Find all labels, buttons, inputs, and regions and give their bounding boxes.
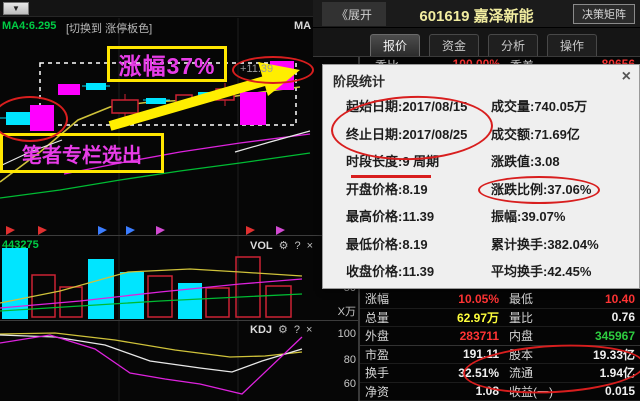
gain-callout: 涨幅37% xyxy=(107,46,227,82)
partial-quote-row: 委比 100.00% 委差 80656 xyxy=(360,57,640,64)
quote-tabbar: 报价 资金 分析 操作 xyxy=(313,28,640,57)
value: 32.51% xyxy=(407,366,499,380)
value: 0.76 xyxy=(561,310,635,324)
stock-trading-app: ▼ xyxy=(0,0,640,401)
quote-row-outer-inner: 外盘 283711 内盘 345967 xyxy=(360,327,640,346)
close-price: 收盘价格:11.39 xyxy=(323,261,491,280)
popup-content: 起始日期:2017/08/15 成交量:740.05万 终止日期:2017/08… xyxy=(323,92,639,285)
label: 换手 xyxy=(365,364,407,381)
label: 收益(一) xyxy=(499,383,561,400)
kdj-pane-header: KDJ ⚙ ? × xyxy=(250,323,312,336)
open-price: 开盘价格:8.19 xyxy=(323,179,491,198)
stat-row: 最高价格:11.39 振幅:39.07% xyxy=(323,202,639,230)
vol-pane-header: VOL ⚙ ? × xyxy=(250,239,313,252)
vol-axis-unit: X万 xyxy=(320,303,356,319)
volume: 成交量:740.05万 xyxy=(491,96,639,115)
stat-row: 起始日期:2017/08/15 成交量:740.05万 xyxy=(323,92,639,120)
value: 1.08 xyxy=(407,384,499,398)
decision-matrix-button[interactable]: 决策矩阵 xyxy=(573,4,635,24)
high-price: 最高价格:11.39 xyxy=(323,206,491,225)
tab-operation[interactable]: 操作 xyxy=(547,34,597,56)
stat-row: 时段长度:9 周期 涨跌值:3.08 xyxy=(323,147,639,175)
value: 345967 xyxy=(561,329,635,343)
label: 外盘 xyxy=(365,327,407,344)
weibi-value: 100.00% xyxy=(408,57,500,64)
label: 股本 xyxy=(499,346,561,363)
signal-markers xyxy=(6,226,285,235)
stat-row: 终止日期:2017/08/25 成交额:71.69亿 xyxy=(323,120,639,148)
value: 191.11 xyxy=(407,347,499,361)
cumulative-turnover: 累计换手:382.04% xyxy=(491,234,639,253)
value: 0.015 xyxy=(561,384,635,398)
kdj-axis-80: 80 xyxy=(320,354,356,366)
label: 内盘 xyxy=(499,327,561,344)
value: 10.40 xyxy=(561,292,635,306)
label: 最低 xyxy=(499,290,561,307)
value: 1.94亿 xyxy=(561,364,635,381)
label: 总量 xyxy=(365,309,407,326)
color-switch-hint[interactable]: [切换到 涨停板色] xyxy=(66,20,152,36)
change-value: 涨跌值:3.08 xyxy=(491,151,639,170)
stage-statistics-popup: 阶段统计 × 起始日期:2017/08/15 成交量:740.05万 终止日期:… xyxy=(322,64,640,289)
gear-icon[interactable]: ⚙ xyxy=(279,239,289,252)
amplitude: 振幅:39.07% xyxy=(491,206,639,225)
close-icon[interactable]: × xyxy=(307,240,313,252)
weicha-label: 委差 xyxy=(500,57,562,64)
ma-value: MA4:6.295 xyxy=(2,20,56,32)
change-percent: 涨跌比例:37.06% xyxy=(491,179,639,198)
author-callout: 笔者专栏选出 xyxy=(0,133,164,173)
popup-title: 阶段统计 xyxy=(333,71,385,90)
quote-row-turnover: 换手 32.51% 流通 1.94亿 xyxy=(360,364,640,383)
kdj-axis-60: 60 xyxy=(320,378,356,390)
tab-funds[interactable]: 资金 xyxy=(429,34,479,56)
stat-row: 收盘价格:11.39 平均换手:42.45% xyxy=(323,257,639,285)
stat-row: 开盘价格:8.19 涨跌比例:37.06% xyxy=(323,175,639,203)
quote-row-pe: 市盈 191.11 股本 19.33亿 xyxy=(360,346,640,365)
end-date: 终止日期:2017/08/25 xyxy=(323,124,491,143)
label: 量比 xyxy=(499,309,561,326)
quote-row-netasset: 净资 1.08 收益(一) 0.015 xyxy=(360,383,640,401)
weicha-value: 80656 xyxy=(562,57,640,64)
average-turnover: 平均换手:42.45% xyxy=(491,261,639,280)
turnover-amount: 成交额:71.69亿 xyxy=(491,124,639,143)
quote-row-volume: 总量 62.97万 量比 0.76 xyxy=(360,309,640,328)
value: 10.05% xyxy=(407,292,499,306)
period-length: 时段长度:9 周期 xyxy=(323,151,491,170)
stat-row: 最低价格:8.19 累计换手:382.04% xyxy=(323,230,639,258)
vol-pane-title: VOL xyxy=(250,240,273,252)
tab-analysis[interactable]: 分析 xyxy=(488,34,538,56)
ma-corner-label: MA xyxy=(294,20,311,32)
price-tag: +11.39 xyxy=(240,63,273,75)
quote-panel: 涨幅 10.05% 最低 10.40 总量 62.97万 量比 0.76 外盘 … xyxy=(360,290,640,401)
label: 涨幅 xyxy=(365,290,407,307)
value: 19.33亿 xyxy=(561,346,635,363)
gear-icon[interactable]: ⚙ xyxy=(278,323,288,336)
quote-row-change: 涨幅 10.05% 最低 10.40 xyxy=(360,290,640,309)
close-icon[interactable]: × xyxy=(306,324,312,336)
low-price: 最低价格:8.19 xyxy=(323,234,491,253)
weibi-label: 委比 xyxy=(360,57,408,64)
label: 市盈 xyxy=(365,346,407,363)
value: 62.97万 xyxy=(407,309,499,326)
volume-value: 443275 xyxy=(2,239,39,251)
label: 净资 xyxy=(365,383,407,400)
kdj-axis-100: 100 xyxy=(320,328,356,340)
annotation-underline-period xyxy=(351,175,431,178)
close-icon[interactable]: × xyxy=(622,68,631,86)
kdj-pane-title: KDJ xyxy=(250,324,272,336)
right-panel-header: 《展开 601619 嘉泽新能 决策矩阵 xyxy=(313,0,640,28)
help-icon[interactable]: ? xyxy=(295,240,301,252)
help-icon[interactable]: ? xyxy=(294,324,300,336)
value: 283711 xyxy=(407,329,499,343)
tab-quote[interactable]: 报价 xyxy=(370,34,420,56)
label: 流通 xyxy=(499,364,561,381)
start-date: 起始日期:2017/08/15 xyxy=(323,96,491,115)
